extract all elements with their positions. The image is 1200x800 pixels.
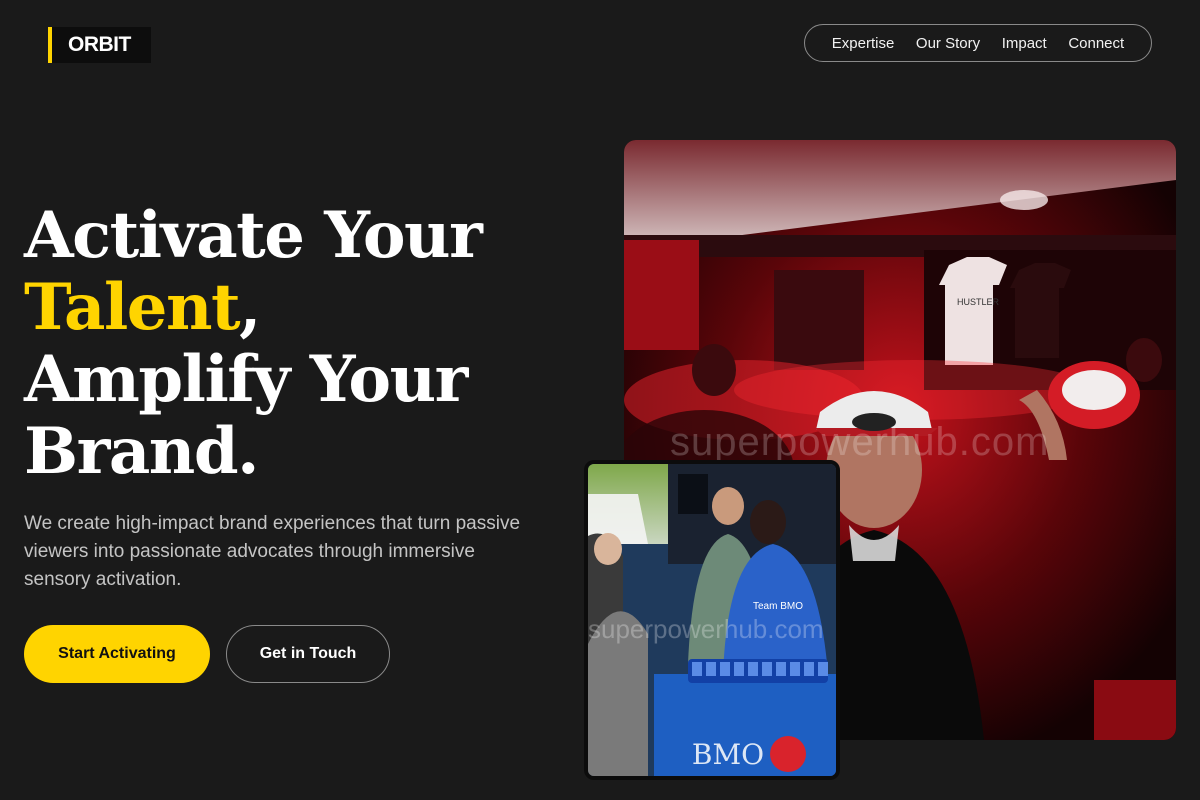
hero-subtext: We create high-impact brand experiences … bbox=[24, 513, 521, 590]
headline-line-1: Activate Your bbox=[24, 198, 483, 273]
get-in-touch-button[interactable]: Get in Touch bbox=[226, 625, 390, 683]
landing-page: ORBIT Expertise Our Story Impact Connect… bbox=[0, 0, 1200, 800]
nav-item-our-story[interactable]: Our Story bbox=[916, 35, 980, 52]
inset-shirt-text: Team BMO bbox=[753, 601, 803, 612]
headline-line-4: Brand. bbox=[24, 414, 259, 489]
main-photo-watermark: superpowerhub.com bbox=[670, 420, 1050, 464]
logo-text: ORBIT bbox=[68, 33, 131, 56]
start-activating-button[interactable]: Start Activating bbox=[24, 625, 210, 683]
logo[interactable]: ORBIT bbox=[48, 27, 151, 63]
headline-accent: Talent bbox=[24, 270, 241, 345]
nav-item-impact[interactable]: Impact bbox=[1002, 35, 1047, 52]
headline-comma: , bbox=[239, 270, 261, 345]
inset-photo-watermark: superpowerhub.com bbox=[588, 614, 824, 644]
main-nav: Expertise Our Story Impact Connect bbox=[804, 24, 1152, 62]
main-cap-text-shirt: HUSTLER bbox=[957, 297, 1000, 307]
nav-item-connect[interactable]: Connect bbox=[1068, 35, 1124, 52]
headline-line-3: Amplify Your bbox=[24, 342, 468, 417]
event-photo-inset: Team BMO BMO superpowerhub.com bbox=[584, 460, 840, 780]
inset-banner-text: BMO bbox=[692, 738, 764, 771]
nav-item-expertise[interactable]: Expertise bbox=[832, 35, 895, 52]
hero-headline: Activate Your Talent, Amplify Your Brand… bbox=[24, 200, 544, 488]
